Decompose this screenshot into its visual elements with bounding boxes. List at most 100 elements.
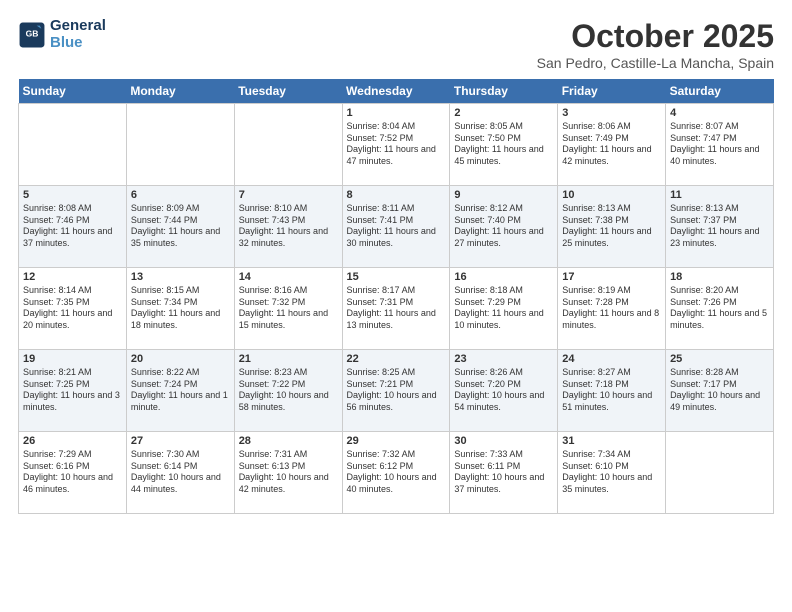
calendar-cell-empty bbox=[126, 104, 234, 186]
calendar-cell-5: 5 Sunrise: 8:08 AM Sunset: 7:46 PM Daylig… bbox=[19, 186, 127, 268]
cell-info: Sunrise: 7:33 AM Sunset: 6:11 PM Dayligh… bbox=[454, 449, 553, 496]
calendar-cell-4: 4Sunrise: 8:07 AM Sunset: 7:47 PM Daylig… bbox=[666, 104, 774, 186]
cell-info: Sunrise: 8:06 AM Sunset: 7:49 PM Dayligh… bbox=[562, 121, 661, 168]
date-number: 2 bbox=[454, 107, 553, 119]
date-number: 20 bbox=[131, 353, 230, 365]
calendar-cell-3: 3Sunrise: 8:06 AM Sunset: 7:49 PM Daylig… bbox=[558, 104, 666, 186]
cell-info: Sunrise: 7:29 AM Sunset: 6:16 PM Dayligh… bbox=[23, 449, 122, 496]
cell-info: Sunrise: 8:26 AM Sunset: 7:20 PM Dayligh… bbox=[454, 367, 553, 414]
cell-info: Sunrise: 7:34 AM Sunset: 6:10 PM Dayligh… bbox=[562, 449, 661, 496]
cell-info: Sunrise: 8:27 AM Sunset: 7:18 PM Dayligh… bbox=[562, 367, 661, 414]
calendar-cell-21: 21Sunrise: 8:23 AM Sunset: 7:22 PM Dayli… bbox=[234, 350, 342, 432]
cell-info: Sunrise: 8:18 AM Sunset: 7:29 PM Dayligh… bbox=[454, 285, 553, 332]
calendar-cell-27: 27 Sunrise: 7:30 AM Sunset: 6:14 PM Dayli… bbox=[126, 432, 234, 514]
cell-info: Sunrise: 8:16 AM Sunset: 7:32 PM Dayligh… bbox=[239, 285, 338, 332]
date-number: 30 bbox=[454, 435, 553, 447]
cell-info: Sunrise: 8:14 AM Sunset: 7:35 PM Dayligh… bbox=[23, 285, 122, 332]
calendar-cell-empty bbox=[19, 104, 127, 186]
calendar-cell-18: 18 Sunrise: 8:20 AM Sunset: 7:26 PM Dayli… bbox=[666, 268, 774, 350]
date-number: 18 bbox=[670, 271, 769, 283]
cell-info: Sunrise: 8:10 AM Sunset: 7:43 PM Dayligh… bbox=[239, 203, 338, 250]
cell-info: Sunrise: 8:09 AM Sunset: 7:44 PM Dayligh… bbox=[131, 203, 230, 250]
calendar-cell-22: 22 Sunrise: 8:25 AM Sunset: 7:21 PM Dayli… bbox=[342, 350, 450, 432]
calendar-cell-12: 12 Sunrise: 8:14 AM Sunset: 7:35 PM Dayli… bbox=[19, 268, 127, 350]
calendar-cell-23: 23 Sunrise: 8:26 AM Sunset: 7:20 PM Dayli… bbox=[450, 350, 558, 432]
date-number: 31 bbox=[562, 435, 661, 447]
date-number: 13 bbox=[131, 271, 230, 283]
calendar-cell-11: 11 Sunrise: 8:13 AM Sunset: 7:37 PM Dayli… bbox=[666, 186, 774, 268]
title-block: October 2025 San Pedro, Castille-La Manc… bbox=[537, 18, 774, 71]
day-header-friday: Friday bbox=[558, 79, 666, 104]
calendar-cell-1: 1 Sunrise: 8:04 AM Sunset: 7:52 PM Daylig… bbox=[342, 104, 450, 186]
calendar-cell-10: 10Sunrise: 8:13 AM Sunset: 7:38 PM Dayli… bbox=[558, 186, 666, 268]
calendar-cell-7: 7 Sunrise: 8:10 AM Sunset: 7:43 PM Daylig… bbox=[234, 186, 342, 268]
cell-info: Sunrise: 8:22 AM Sunset: 7:24 PM Dayligh… bbox=[131, 367, 230, 414]
date-number: 22 bbox=[347, 353, 446, 365]
cell-info: Sunrise: 8:25 AM Sunset: 7:21 PM Dayligh… bbox=[347, 367, 446, 414]
day-header-wednesday: Wednesday bbox=[342, 79, 450, 104]
cell-info: Sunrise: 8:20 AM Sunset: 7:26 PM Dayligh… bbox=[670, 285, 769, 332]
date-number: 4 bbox=[670, 107, 769, 119]
calendar-cell-31: 31 Sunrise: 7:34 AM Sunset: 6:10 PM Dayli… bbox=[558, 432, 666, 514]
date-number: 26 bbox=[23, 435, 122, 447]
calendar-cell-9: 9Sunrise: 8:12 AM Sunset: 7:40 PM Daylig… bbox=[450, 186, 558, 268]
calendar-cell-26: 26 Sunrise: 7:29 AM Sunset: 6:16 PM Dayli… bbox=[19, 432, 127, 514]
day-header-thursday: Thursday bbox=[450, 79, 558, 104]
date-number: 12 bbox=[23, 271, 122, 283]
logo-line2: Blue bbox=[50, 35, 106, 52]
date-number: 19 bbox=[23, 353, 122, 365]
calendar-cell-empty bbox=[666, 432, 774, 514]
cell-info: Sunrise: 7:30 AM Sunset: 6:14 PM Dayligh… bbox=[131, 449, 230, 496]
calendar-cell-25: 25Sunrise: 8:28 AM Sunset: 7:17 PM Dayli… bbox=[666, 350, 774, 432]
date-number: 27 bbox=[131, 435, 230, 447]
calendar-cell-17: 17 Sunrise: 8:19 AM Sunset: 7:28 PM Dayli… bbox=[558, 268, 666, 350]
date-number: 21 bbox=[239, 353, 338, 365]
cell-info: Sunrise: 8:12 AM Sunset: 7:40 PM Dayligh… bbox=[454, 203, 553, 250]
cell-info: Sunrise: 8:13 AM Sunset: 7:37 PM Dayligh… bbox=[670, 203, 769, 250]
calendar-cell-30: 30 Sunrise: 7:33 AM Sunset: 6:11 PM Dayli… bbox=[450, 432, 558, 514]
cell-info: Sunrise: 8:08 AM Sunset: 7:46 PM Dayligh… bbox=[23, 203, 122, 250]
calendar-cell-28: 28 Sunrise: 7:31 AM Sunset: 6:13 PM Dayli… bbox=[234, 432, 342, 514]
calendar-cell-2: 2 Sunrise: 8:05 AM Sunset: 7:50 PM Daylig… bbox=[450, 104, 558, 186]
location: San Pedro, Castille-La Mancha, Spain bbox=[537, 55, 774, 71]
calendar-cell-15: 15 Sunrise: 8:17 AM Sunset: 7:31 PM Dayli… bbox=[342, 268, 450, 350]
date-number: 23 bbox=[454, 353, 553, 365]
header: GB General Blue October 2025 San Pedro, … bbox=[18, 18, 774, 71]
date-number: 15 bbox=[347, 271, 446, 283]
cell-info: Sunrise: 8:21 AM Sunset: 7:25 PM Dayligh… bbox=[23, 367, 122, 414]
calendar-cell-20: 20 Sunrise: 8:22 AM Sunset: 7:24 PM Dayli… bbox=[126, 350, 234, 432]
date-number: 7 bbox=[239, 189, 338, 201]
date-number: 16 bbox=[454, 271, 553, 283]
calendar-cell-14: 14 Sunrise: 8:16 AM Sunset: 7:32 PM Dayli… bbox=[234, 268, 342, 350]
date-number: 28 bbox=[239, 435, 338, 447]
calendar-cell-13: 13 Sunrise: 8:15 AM Sunset: 7:34 PM Dayli… bbox=[126, 268, 234, 350]
cell-info: Sunrise: 8:15 AM Sunset: 7:34 PM Dayligh… bbox=[131, 285, 230, 332]
day-header-monday: Monday bbox=[126, 79, 234, 104]
date-number: 11 bbox=[670, 189, 769, 201]
page: GB General Blue October 2025 San Pedro, … bbox=[0, 0, 792, 612]
cell-info: Sunrise: 8:19 AM Sunset: 7:28 PM Dayligh… bbox=[562, 285, 661, 332]
day-header-sunday: Sunday bbox=[19, 79, 127, 104]
logo-line1: General bbox=[50, 18, 106, 35]
cell-info: Sunrise: 7:31 AM Sunset: 6:13 PM Dayligh… bbox=[239, 449, 338, 496]
calendar-table: SundayMondayTuesdayWednesdayThursdayFrid… bbox=[18, 79, 774, 514]
date-number: 14 bbox=[239, 271, 338, 283]
calendar-cell-6: 6 Sunrise: 8:09 AM Sunset: 7:44 PM Daylig… bbox=[126, 186, 234, 268]
date-number: 17 bbox=[562, 271, 661, 283]
cell-info: Sunrise: 8:04 AM Sunset: 7:52 PM Dayligh… bbox=[347, 121, 446, 168]
month-title: October 2025 bbox=[537, 18, 774, 55]
logo-text: General Blue bbox=[50, 18, 106, 51]
date-number: 6 bbox=[131, 189, 230, 201]
date-number: 5 bbox=[23, 189, 122, 201]
date-number: 1 bbox=[347, 107, 446, 119]
calendar-cell-29: 29Sunrise: 7:32 AM Sunset: 6:12 PM Dayli… bbox=[342, 432, 450, 514]
day-header-saturday: Saturday bbox=[666, 79, 774, 104]
cell-info: Sunrise: 8:05 AM Sunset: 7:50 PM Dayligh… bbox=[454, 121, 553, 168]
date-number: 29 bbox=[347, 435, 446, 447]
logo: GB General Blue bbox=[18, 18, 106, 51]
cell-info: Sunrise: 8:11 AM Sunset: 7:41 PM Dayligh… bbox=[347, 203, 446, 250]
calendar-cell-19: 19 Sunrise: 8:21 AM Sunset: 7:25 PM Dayli… bbox=[19, 350, 127, 432]
date-number: 10 bbox=[562, 189, 661, 201]
cell-info: Sunrise: 8:17 AM Sunset: 7:31 PM Dayligh… bbox=[347, 285, 446, 332]
day-header-tuesday: Tuesday bbox=[234, 79, 342, 104]
